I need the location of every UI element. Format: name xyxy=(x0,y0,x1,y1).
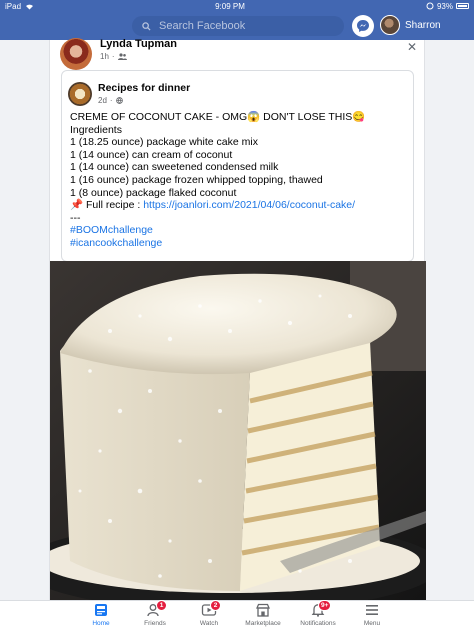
friends-audience-icon xyxy=(117,53,127,60)
search-icon xyxy=(142,21,151,31)
search-placeholder: Search Facebook xyxy=(159,20,246,32)
tab-menu[interactable]: Menu xyxy=(345,603,399,631)
cake-photo[interactable] xyxy=(50,261,426,600)
lock-rotation-icon xyxy=(426,2,434,10)
public-globe-icon xyxy=(115,97,123,104)
marketplace-icon xyxy=(256,603,270,617)
recipe-link[interactable]: https://joanlori.com/2021/04/06/coconut-… xyxy=(143,199,355,211)
wifi-icon xyxy=(26,4,34,9)
tab-watch[interactable]: 2 Watch xyxy=(182,600,236,631)
home-icon xyxy=(95,604,107,616)
close-icon[interactable]: ✕ xyxy=(407,40,417,54)
profile-name: Sharron xyxy=(405,19,441,31)
facebook-top-bar: Search Facebook Sharron xyxy=(0,12,474,40)
friends-badge: 1 xyxy=(156,600,167,611)
post-header: Lynda Tupman 1h · xyxy=(60,38,177,70)
messenger-button[interactable] xyxy=(352,15,374,37)
post-text: CREME OF COCONUT CAKE - OMG😱 DON'T LOSE … xyxy=(70,111,410,250)
hamburger-menu-icon xyxy=(366,605,378,615)
hashtag-link[interactable]: #BOOMchallenge xyxy=(70,224,410,237)
tab-label: Friends xyxy=(144,620,166,627)
watch-badge: 2 xyxy=(210,600,221,611)
tab-label: Watch xyxy=(199,620,219,627)
tab-label: Notifications xyxy=(300,620,336,627)
shared-post: Recipes for dinner 2d · CREME OF COCONUT… xyxy=(61,70,414,262)
post-card: Lynda Tupman 1h · ✕ Recipes for dinner 2… xyxy=(49,38,426,600)
ingredient-line: 1 (8 ounce) package flaked coconut xyxy=(70,186,237,199)
battery-percent: 93% xyxy=(436,1,453,11)
profile-button[interactable]: Sharron xyxy=(380,15,441,35)
hashtag-link[interactable]: #icancookchallenge xyxy=(70,237,410,250)
separator-text: --- xyxy=(70,211,81,224)
tab-label: Menu xyxy=(363,620,381,627)
battery-icon xyxy=(455,3,469,9)
avatar xyxy=(380,15,400,35)
cake-illustration xyxy=(50,261,426,600)
group-avatar[interactable] xyxy=(68,82,92,106)
search-input[interactable]: Search Facebook xyxy=(132,16,344,36)
tab-label: Home xyxy=(92,620,110,627)
ingredient-line: 1 (18.25 ounce) package white cake mix xyxy=(70,136,258,149)
tab-home[interactable]: Home xyxy=(74,603,128,631)
recipe-line: 📌 Full recipe : https://joanlori.com/202… xyxy=(70,199,410,212)
status-time: 9:09 PM xyxy=(215,1,245,11)
ingredients-heading: Ingredients xyxy=(70,123,122,136)
author-avatar[interactable] xyxy=(60,38,92,70)
recipe-prefix: 📌 Full recipe : xyxy=(70,199,144,212)
tab-friends[interactable]: 1 Friends xyxy=(128,600,182,631)
shared-post-meta: 2d · xyxy=(98,96,190,105)
tab-label: Marketplace xyxy=(245,620,281,627)
device-label: iPad xyxy=(5,1,22,11)
shared-post-time[interactable]: 2d xyxy=(98,96,107,105)
author-name[interactable]: Lynda Tupman xyxy=(100,38,177,50)
tab-marketplace[interactable]: Marketplace xyxy=(236,603,290,631)
ingredient-line: 1 (14 ounce) can sweetened condensed mil… xyxy=(70,161,279,174)
ingredient-line: 1 (14 ounce) can cream of coconut xyxy=(70,148,233,161)
bottom-tab-bar: Home 1 Friends 2 Watch Marketplace 9+ No… xyxy=(0,600,474,631)
post-title: CREME OF COCONUT CAKE - OMG😱 DON'T LOSE … xyxy=(70,111,366,123)
status-bar: iPad 9:09 PM 93% xyxy=(0,0,474,12)
messenger-icon xyxy=(357,20,369,32)
ingredient-line: 1 (16 ounce) package frozen whipped topp… xyxy=(70,173,323,186)
post-meta: 1h · xyxy=(100,52,177,61)
post-time[interactable]: 1h xyxy=(100,52,109,61)
group-name[interactable]: Recipes for dinner xyxy=(98,82,190,94)
notifications-badge: 9+ xyxy=(318,600,332,611)
tab-notifications[interactable]: 9+ Notifications xyxy=(291,600,345,631)
shared-post-header: Recipes for dinner 2d · xyxy=(68,82,190,106)
